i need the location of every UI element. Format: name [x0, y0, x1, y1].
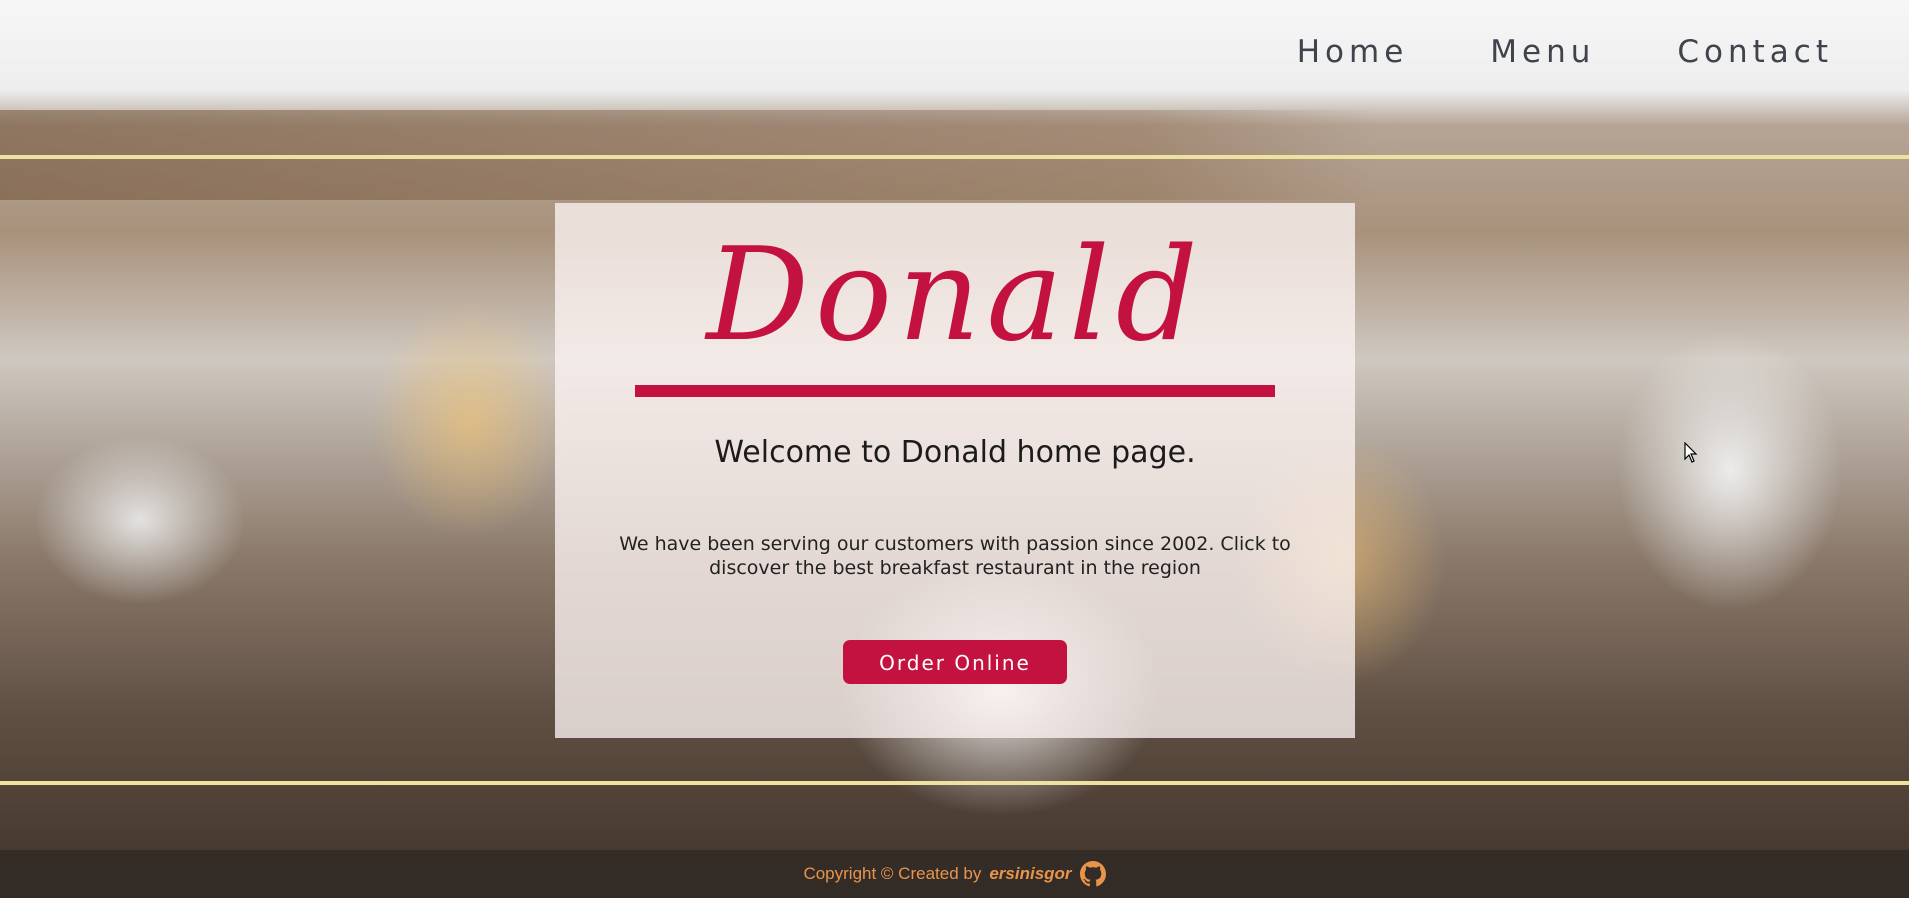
hero-description: We have been serving our customers with … — [619, 533, 1291, 579]
github-icon[interactable] — [1079, 861, 1106, 887]
nav-contact-link[interactable]: Contact — [1677, 34, 1833, 70]
copyright-text: Copyright © Created by — [803, 864, 982, 883]
welcome-heading: Welcome to Donald home page. — [714, 435, 1196, 470]
author-link[interactable]: ersinisgor — [989, 864, 1071, 884]
hero-card: Donald Welcome to Donald home page. We h… — [555, 203, 1355, 738]
footer: Copyright © Created by ersinisgor — [0, 850, 1909, 898]
nav-home-link[interactable]: Home — [1297, 34, 1409, 70]
top-nav: Home Menu Contact — [1297, 34, 1833, 70]
brand-logo: Donald — [706, 221, 1204, 370]
top-divider-line — [0, 155, 1909, 159]
bottom-divider-line — [0, 781, 1909, 785]
brand-underline — [635, 385, 1275, 397]
order-online-button[interactable]: Order Online — [843, 640, 1067, 684]
mouse-cursor-icon — [1684, 441, 1698, 464]
nav-menu-link[interactable]: Menu — [1490, 34, 1595, 70]
